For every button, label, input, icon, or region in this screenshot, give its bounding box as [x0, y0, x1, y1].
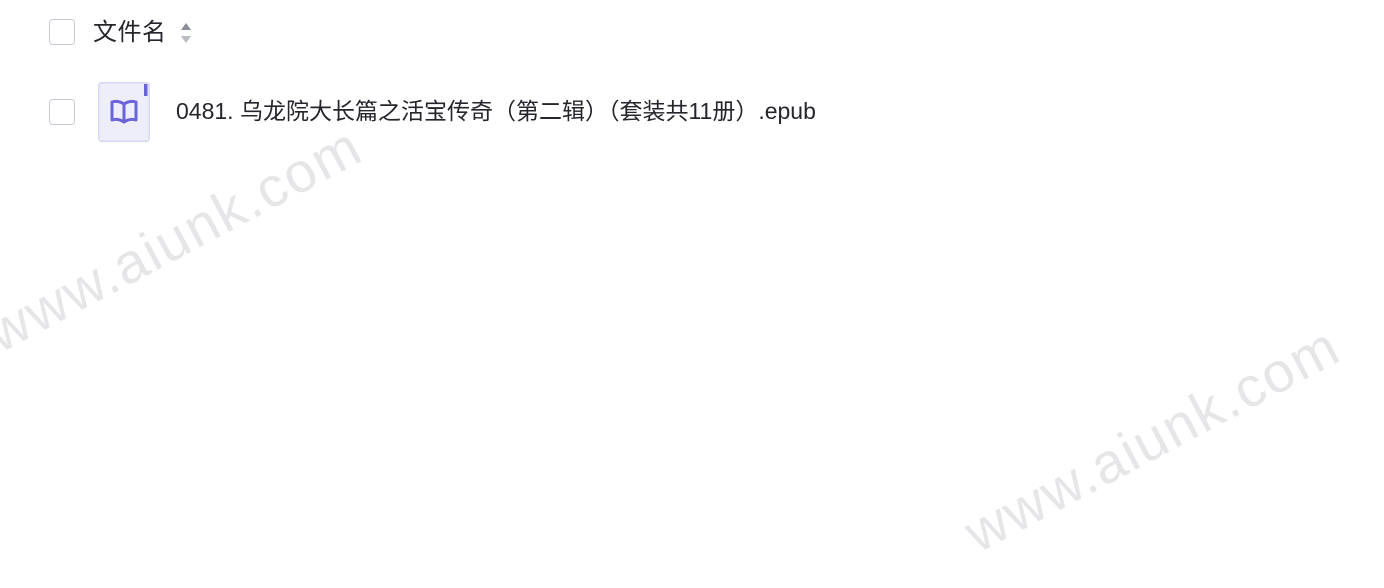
file-row[interactable]: 0481. 乌龙院大长篇之活宝传奇（第二辑）（套装共11册）.epub	[0, 74, 1384, 150]
select-all-checkbox[interactable]	[49, 19, 75, 45]
file-name-link[interactable]: 0481. 乌龙院大长篇之活宝传奇（第二辑）（套装共11册）.epub	[176, 94, 816, 128]
sort-up-down-icon[interactable]	[178, 20, 194, 46]
file-list: 文件名 0481. 乌龙院大长篇之活宝传奇（第二辑）（套装共11册）.epub	[0, 0, 1384, 588]
epub-book-icon	[98, 82, 150, 142]
filename-column-header[interactable]: 文件名	[93, 16, 167, 50]
file-list-header: 文件名	[0, 0, 1384, 66]
file-select-checkbox[interactable]	[49, 99, 75, 125]
